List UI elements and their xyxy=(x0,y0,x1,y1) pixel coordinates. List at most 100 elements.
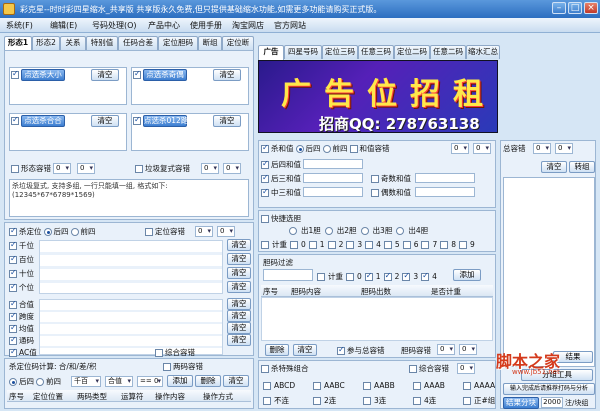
mean-checkbox[interactable] xyxy=(9,323,17,333)
tab-shape1[interactable]: 形态1 xyxy=(4,36,32,51)
rear3-sum-checkbox[interactable] xyxy=(261,173,269,183)
dan1-radio[interactable] xyxy=(289,226,297,235)
dan-filter-input[interactable] xyxy=(263,269,313,281)
sum-front4-radio[interactable] xyxy=(322,144,331,153)
calc-operator-select[interactable]: == 0 xyxy=(137,376,163,387)
minimize-button[interactable]: – xyxy=(552,2,566,14)
sum-clear-button[interactable]: 清空 xyxy=(227,298,251,310)
aaaa-checkbox[interactable] xyxy=(463,381,471,390)
two-code-tolerance-checkbox[interactable] xyxy=(163,362,171,371)
no-consec-checkbox[interactable] xyxy=(263,396,271,405)
calc-front4-radio[interactable] xyxy=(36,377,44,386)
consec4-checkbox[interactable] xyxy=(413,396,421,405)
aabc-checkbox[interactable] xyxy=(313,381,321,390)
tab-pos3[interactable]: 定位三码 xyxy=(322,45,358,59)
join-total-checkbox[interactable] xyxy=(337,345,345,355)
digit-6-checkbox[interactable] xyxy=(402,240,411,249)
calc-delete-button[interactable]: 删除 xyxy=(195,375,221,387)
kill-combo-clear-button[interactable]: 清空 xyxy=(91,115,119,127)
sum-tolerance-to-select[interactable]: 0 xyxy=(473,143,491,154)
dan-tolerance-to-select[interactable]: 0 xyxy=(459,344,477,355)
junk-tolerance-to-select[interactable]: 0 xyxy=(223,163,241,174)
odd-sum-checkbox[interactable] xyxy=(371,174,379,183)
dan2-radio[interactable] xyxy=(324,226,333,235)
tab-ad[interactable]: 广告 xyxy=(258,45,284,60)
digit-1-checkbox[interactable] xyxy=(308,240,317,249)
menu-edit[interactable]: 编辑(E) xyxy=(50,20,77,31)
dan-count-4-checkbox[interactable] xyxy=(421,271,430,281)
ad-banner[interactable]: 广告位招租 招商QQ: 278763138 xyxy=(258,60,498,133)
tab-position-break[interactable]: 定位断 xyxy=(222,36,254,50)
combined-tolerance-checkbox[interactable] xyxy=(155,348,163,357)
rear4-sum-input[interactable] xyxy=(303,159,363,169)
kill-odd-even-checkbox[interactable] xyxy=(133,69,141,79)
dan-count-2-checkbox[interactable] xyxy=(383,271,392,281)
quick-dan-checkbox[interactable] xyxy=(261,214,269,223)
even-sum-checkbox[interactable] xyxy=(371,188,379,197)
consec3-checkbox[interactable] xyxy=(363,396,371,405)
span-clear-button[interactable]: 清空 xyxy=(227,310,251,322)
common-code-checkbox[interactable] xyxy=(9,335,17,345)
dan-add-button[interactable]: 添加 xyxy=(453,269,481,281)
right-clear-button[interactable]: 清空 xyxy=(541,161,567,173)
sum-tolerance-from-select[interactable]: 0 xyxy=(451,143,469,154)
dan-table-body[interactable] xyxy=(261,297,493,341)
junk-tolerance-from-select[interactable]: 0 xyxy=(201,163,219,174)
dan-count-checkbox[interactable] xyxy=(317,272,325,281)
kill-position-checkbox[interactable] xyxy=(9,226,17,236)
dan4-radio[interactable] xyxy=(396,226,405,235)
kill-sum-checkbox[interactable] xyxy=(261,143,269,153)
aabb-checkbox[interactable] xyxy=(363,381,371,390)
menu-system[interactable]: 系统(F) xyxy=(6,20,33,31)
kill-odd-even-button[interactable]: 点选杀奇偶 xyxy=(143,69,187,81)
mean-clear-button[interactable]: 清空 xyxy=(227,322,251,334)
mid3-sum-checkbox[interactable] xyxy=(261,187,269,197)
position-digit-grid[interactable] xyxy=(39,240,223,294)
units-clear-button[interactable]: 清空 xyxy=(227,281,251,293)
dan-clear-button[interactable]: 清空 xyxy=(293,344,317,356)
special-tolerance-select[interactable]: 0 xyxy=(457,363,475,374)
dan-tolerance-from-select[interactable]: 0 xyxy=(437,344,455,355)
sum-tolerance-checkbox[interactable] xyxy=(349,144,358,153)
tens-clear-button[interactable]: 清空 xyxy=(227,267,251,279)
calc-type-select[interactable]: 合值 xyxy=(105,376,133,387)
result-list[interactable] xyxy=(503,177,595,367)
tens-checkbox[interactable] xyxy=(9,268,17,278)
tab-any2[interactable]: 任意二码 xyxy=(430,45,466,59)
kill-size-checkbox[interactable] xyxy=(11,69,19,79)
position-tolerance-to-select[interactable]: 0 xyxy=(217,226,235,237)
kill-size-button[interactable]: 点选杀大小 xyxy=(21,69,65,81)
convert-group-button[interactable]: 转组 xyxy=(569,161,595,173)
span-checkbox[interactable] xyxy=(9,311,17,321)
shape-tolerance-from-select[interactable]: 0 xyxy=(53,163,71,174)
calc-clear-button[interactable]: 清空 xyxy=(223,375,249,387)
digit-3-checkbox[interactable] xyxy=(346,240,355,249)
front4-radio[interactable] xyxy=(70,227,79,236)
common-code-clear-button[interactable]: 清空 xyxy=(227,334,251,346)
hundreds-checkbox[interactable] xyxy=(9,254,17,264)
even-sum-input[interactable] xyxy=(415,187,475,197)
mid3-sum-input[interactable] xyxy=(303,187,363,197)
menu-product-center[interactable]: 产品中心 xyxy=(148,20,180,31)
digit-8-checkbox[interactable] xyxy=(440,240,449,249)
dan-count-3-checkbox[interactable] xyxy=(402,271,411,281)
tab-special-value[interactable]: 特别值 xyxy=(86,36,118,50)
hundreds-clear-button[interactable]: 清空 xyxy=(227,253,251,265)
quick-count-checkbox[interactable] xyxy=(261,240,269,249)
sum-rear4-radio[interactable] xyxy=(295,144,304,153)
tab-summary[interactable]: 缩水汇总 xyxy=(466,45,500,59)
tab-pos2[interactable]: 定位二码 xyxy=(394,45,430,59)
export-analyze-button[interactable]: 输入完成后请推荐打码与分析 xyxy=(503,383,595,395)
shape-tolerance-to-select[interactable]: 0 xyxy=(77,163,95,174)
maximize-button[interactable]: □ xyxy=(568,2,582,14)
menu-official-site[interactable]: 官方网站 xyxy=(274,20,306,31)
tab-sum-diff[interactable]: 任码合差 xyxy=(118,36,158,50)
units-checkbox[interactable] xyxy=(9,282,17,292)
tab-4star-numbers[interactable]: 四星号码 xyxy=(284,45,322,59)
digit-5-checkbox[interactable] xyxy=(383,240,392,249)
close-button[interactable]: × xyxy=(584,2,598,14)
kill-odd-even-clear-button[interactable]: 清空 xyxy=(213,69,241,81)
rear4-sum-checkbox[interactable] xyxy=(261,159,269,169)
position-tolerance-from-select[interactable]: 0 xyxy=(195,226,213,237)
kill-size-clear-button[interactable]: 清空 xyxy=(91,69,119,81)
